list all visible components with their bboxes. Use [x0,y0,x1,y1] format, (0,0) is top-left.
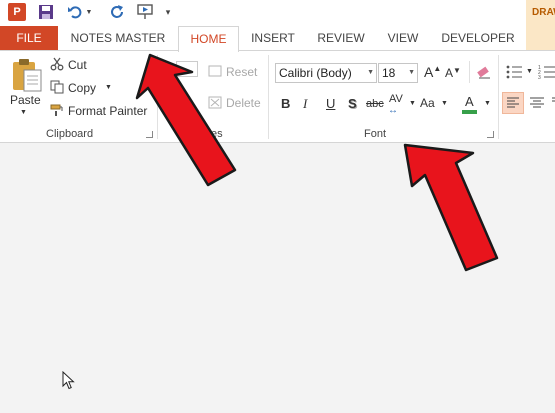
red-arrow-notes-master [135,53,237,187]
annotation-arrows [135,53,499,272]
mouse-cursor-icon [62,371,75,390]
red-arrow-font-group [403,143,499,272]
tab-home[interactable]: HOME [178,26,239,52]
